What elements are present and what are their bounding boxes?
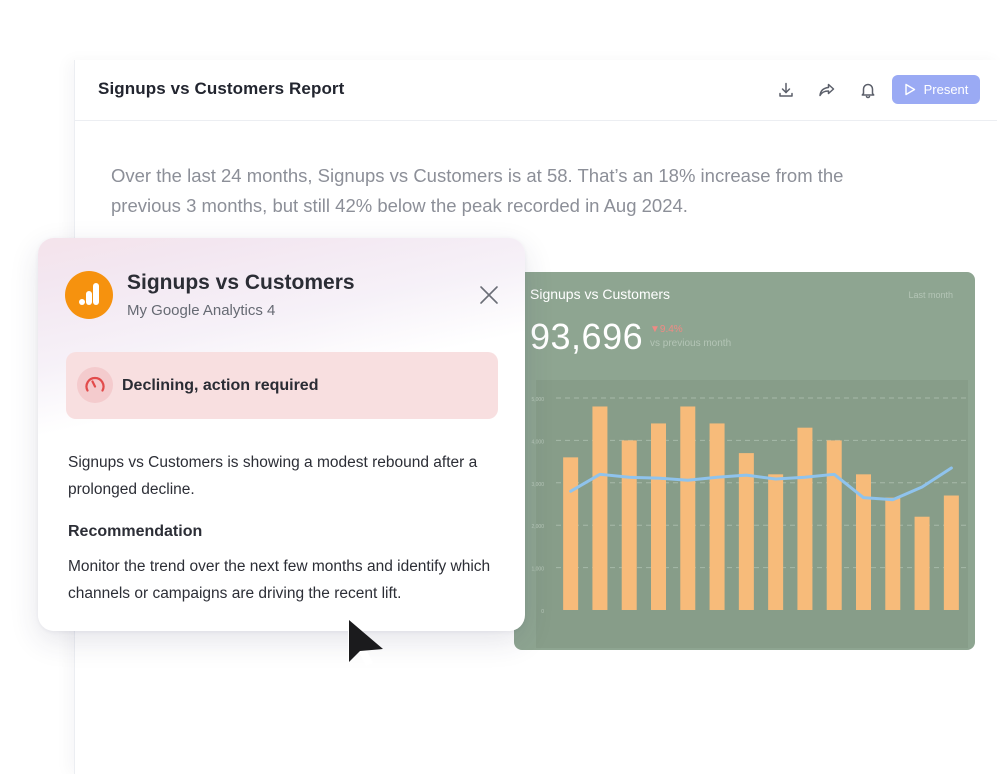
mouse-cursor-icon (348, 618, 383, 666)
insight-description: Signups vs Customers is showing a modest… (68, 454, 478, 498)
bell-icon (861, 83, 875, 99)
chart-bar (797, 427, 813, 610)
present-button[interactable]: Present (892, 75, 980, 104)
chart-bar (826, 440, 842, 610)
insight-source: My Google Analytics 4 (127, 302, 276, 319)
y-tick-label: 1,000 (531, 567, 544, 573)
y-tick-label: 0 (541, 609, 544, 615)
present-label: Present (923, 82, 969, 97)
play-icon (904, 83, 915, 96)
gauge-icon (77, 367, 113, 403)
chart-period: Last month (908, 290, 953, 300)
notification-button[interactable] (856, 78, 880, 102)
report-title: Signups vs Customers Report (98, 79, 345, 98)
chart-bar (621, 440, 637, 610)
chart-bar (680, 406, 696, 610)
download-icon (779, 82, 793, 97)
status-alert: Declining, action required (66, 352, 498, 419)
chart-bar (563, 457, 579, 610)
close-button[interactable] (478, 284, 500, 306)
status-text: Declining, action required (122, 377, 319, 394)
y-tick-label: 3,000 (531, 482, 544, 488)
recommendation-heading: Recommendation (68, 523, 203, 540)
y-tick-label: 5,000 (531, 397, 544, 403)
close-icon (480, 286, 498, 304)
report-summary: Over the last 24 months, Signups vs Cust… (111, 165, 844, 216)
recommendation-text: Monitor the trend over the next few mont… (68, 558, 491, 602)
down-arrow-icon: ▼ (650, 324, 660, 335)
share-button[interactable] (815, 78, 839, 102)
download-button[interactable] (774, 78, 798, 102)
report-header: Signups vs Customers Report Present (75, 60, 997, 121)
chart-bar (768, 474, 784, 610)
chart-widget[interactable]: 0 1,000 2,000 3,000 4,000 5,000 Signups vs Cu… (514, 272, 975, 650)
y-tick-label: 4,000 (531, 439, 544, 445)
chart-bar (709, 423, 725, 610)
chart-bar (592, 406, 608, 610)
chart-bar (914, 516, 930, 610)
chart-main-value: 93,696 (530, 316, 644, 357)
insight-popup: Signups vs Customers My Google Analytics… (38, 238, 525, 631)
insight-title: Signups vs Customers (127, 271, 355, 294)
chart-change: ▼9.4% (650, 324, 683, 335)
share-icon (819, 83, 835, 97)
chart-change-value: 9.4% (659, 324, 683, 335)
chart-widget-title: Signups vs Customers (530, 286, 671, 302)
chart-bar (943, 495, 959, 610)
y-tick-label: 2,000 (531, 524, 544, 530)
google-analytics-icon (65, 271, 113, 319)
chart-comparison: vs previous month (650, 338, 732, 349)
chart-bar (885, 497, 901, 610)
chart-bar (651, 423, 666, 610)
